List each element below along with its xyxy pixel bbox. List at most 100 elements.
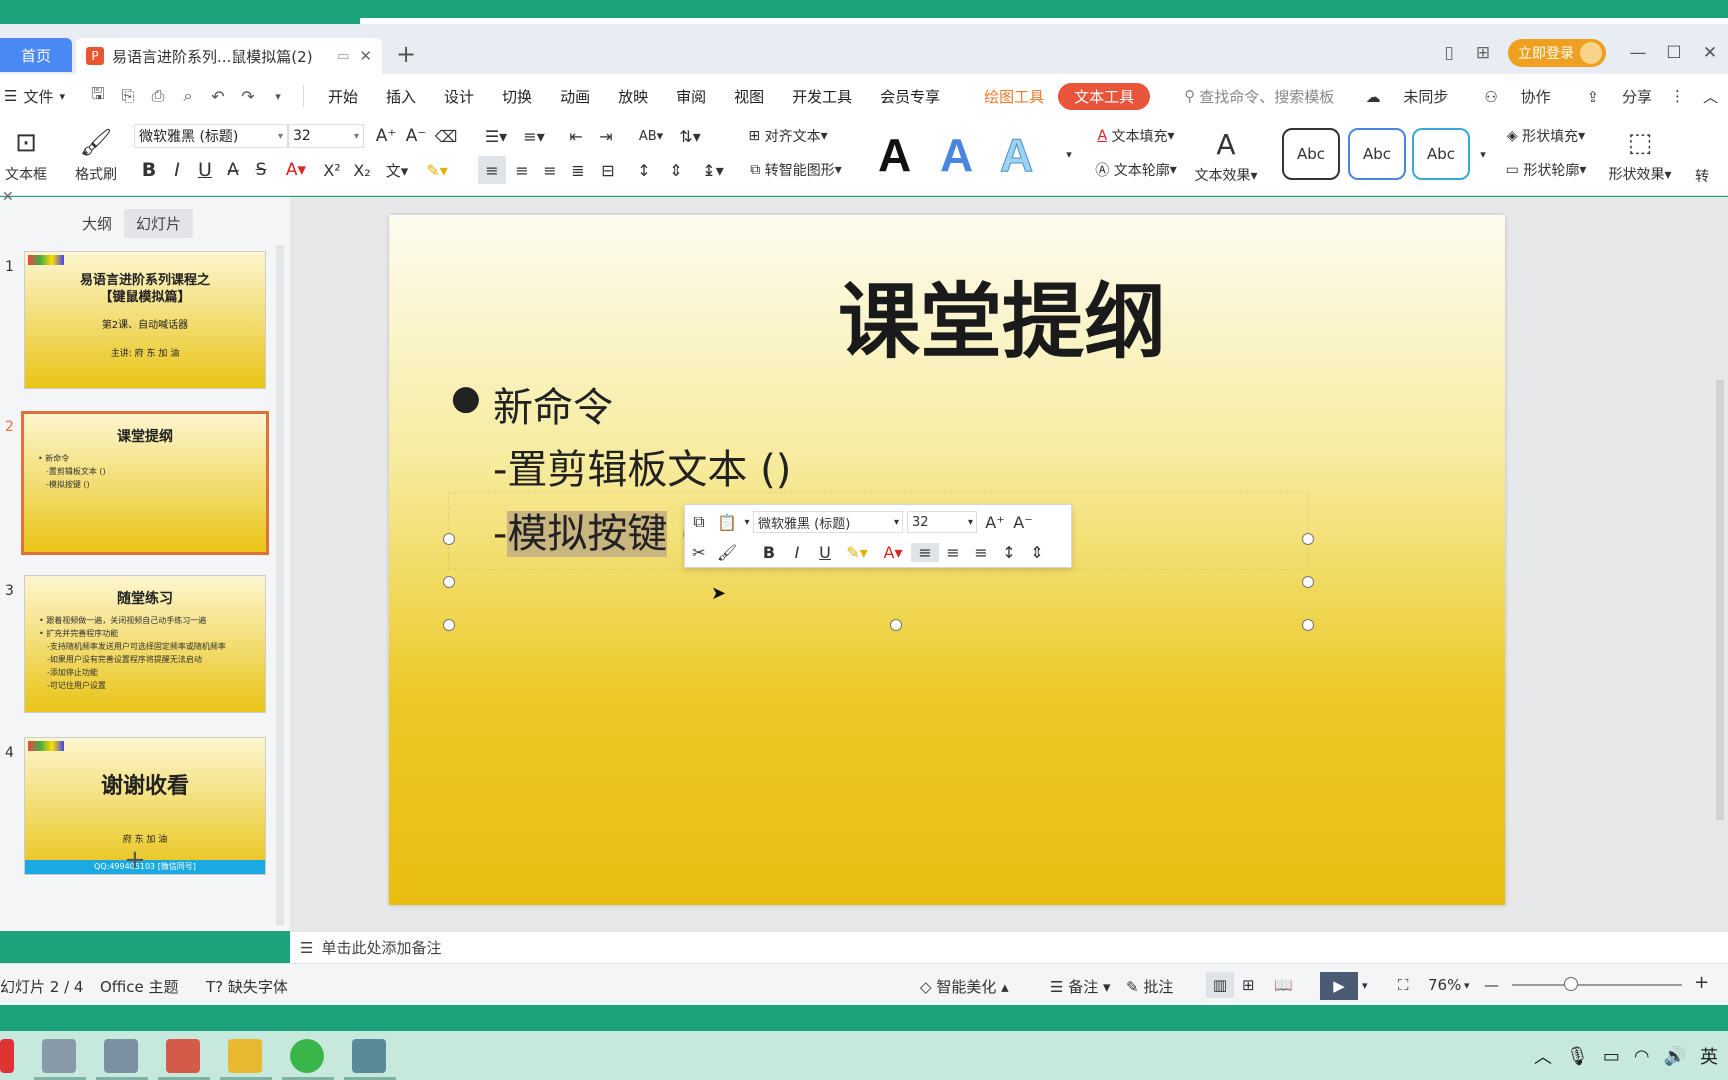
resize-handle[interactable]	[443, 576, 455, 588]
sorter-view-icon[interactable]: ⊞	[1242, 976, 1255, 994]
tab-outline[interactable]: 大纲	[70, 209, 124, 238]
app-taskbar-icon[interactable]	[166, 1039, 200, 1073]
collab-button[interactable]: ⚇ 协作	[1466, 86, 1550, 107]
line-spacing-icon[interactable]: ↕	[630, 156, 658, 184]
home-tab[interactable]: 首页	[0, 38, 72, 72]
align-right-icon[interactable]: ≡	[967, 543, 995, 562]
text-outline-button[interactable]: Ⓐ 文本轮廓 ▾	[1086, 156, 1186, 184]
paste-icon[interactable]: 📋	[713, 513, 741, 532]
paragraph-spacing-icon[interactable]: ⇕	[662, 156, 690, 184]
bold-icon[interactable]: B	[136, 156, 162, 184]
menu-developer[interactable]: 开发工具	[792, 86, 852, 107]
text-direction-icon[interactable]: AB▾	[634, 124, 668, 148]
redo-icon[interactable]: ↷	[233, 87, 263, 106]
zoom-level[interactable]: 76%	[1428, 976, 1461, 994]
resize-handle[interactable]	[1302, 576, 1314, 588]
customize-toolbar-icon[interactable]: ▾	[263, 90, 293, 103]
justify-icon[interactable]: ≣	[564, 156, 592, 184]
superscript-icon[interactable]: X²	[318, 156, 346, 184]
line-set-clipboard[interactable]: -置剪辑板文本 ()	[493, 437, 791, 495]
minimize-button[interactable]: —	[1620, 43, 1656, 63]
resize-handle[interactable]	[890, 619, 902, 631]
shape-style-1[interactable]: Abc	[1282, 128, 1340, 180]
resize-handle[interactable]	[443, 533, 455, 545]
bold-icon[interactable]: B	[755, 543, 783, 562]
align-text-button[interactable]: ⊞ 对齐文本 ▾	[738, 124, 838, 148]
panel-scrollbar[interactable]	[276, 245, 284, 925]
font-name-select[interactable]: 微软雅黑 (标题) ▾	[134, 124, 288, 148]
textbox-button[interactable]: ⊡ 文本框	[0, 122, 52, 190]
comment-button[interactable]: ✎ 批注	[1126, 976, 1173, 997]
collapse-panel-icon[interactable]: ✕	[2, 189, 14, 205]
resize-handle[interactable]	[1302, 619, 1314, 631]
align-right-icon[interactable]: ≡	[536, 156, 564, 184]
numbering-icon[interactable]: ≡▾	[516, 124, 552, 148]
zoom-out-icon[interactable]: —	[1484, 976, 1499, 994]
mini-font-size-select[interactable]: 32 ▾	[907, 511, 977, 533]
menu-design[interactable]: 设计	[444, 86, 474, 107]
phonetic-icon[interactable]: 文▾	[380, 156, 414, 184]
grid-apps-icon[interactable]: ⊞	[1466, 43, 1500, 63]
new-tab-button[interactable]: +	[396, 40, 416, 68]
notes-button[interactable]: ☰ 备注 ▾	[1050, 976, 1111, 997]
play-button[interactable]: ▶	[1320, 972, 1358, 1000]
font-color-icon[interactable]: A▾	[280, 156, 312, 184]
paragraph-spacing-icon[interactable]: ⇕	[1023, 543, 1051, 562]
undo-icon[interactable]: ↶	[203, 87, 233, 106]
align-center-icon[interactable]: ≡	[508, 156, 536, 184]
align-center-icon[interactable]: ≡	[939, 543, 967, 562]
paste-dropdown-icon[interactable]: ▾	[741, 517, 753, 528]
resize-handle[interactable]	[443, 619, 455, 631]
text-effect-button[interactable]: A 文本效果▾	[1188, 122, 1264, 190]
command-search[interactable]: ⚲ 查找命令、搜索模板	[1184, 86, 1334, 107]
close-window-button[interactable]: ✕	[1692, 43, 1728, 63]
shape-style-3[interactable]: Abc	[1412, 128, 1470, 180]
zoom-slider-thumb[interactable]	[1564, 977, 1578, 991]
shape-fill-button[interactable]: ◈ 形状填充 ▾	[1496, 124, 1596, 148]
shape-outline-button[interactable]: ▭ 形状轮廓 ▾	[1496, 156, 1596, 184]
document-tab[interactable]: P 易语言进阶系列...鼠模拟篇(2) ▭ ✕	[76, 38, 382, 74]
format-painter-icon[interactable]: 🖌	[713, 543, 741, 562]
missing-font-button[interactable]: T? 缺失字体	[206, 976, 288, 997]
smart-shape-button[interactable]: ⧉ 转智能图形 ▾	[738, 156, 854, 184]
spacing-dropdown-icon[interactable]: ↨▾	[696, 156, 730, 184]
tab-slides[interactable]: 幻灯片	[124, 209, 194, 238]
fit-window-icon[interactable]: ⛶	[1398, 976, 1409, 994]
cut-icon[interactable]: ✂	[685, 543, 713, 562]
reading-mode-icon[interactable]: ▯	[1432, 43, 1466, 63]
slide-thumbnail-1[interactable]: 易语言进阶系列课程之 【键鼠模拟篇】 第2课、自动喊话器 主讲: 府 东 加 油	[24, 251, 266, 389]
print-icon[interactable]: ⎙	[143, 86, 173, 106]
shape-style-more-icon[interactable]: ▾	[1476, 142, 1490, 166]
maximize-button[interactable]: ☐	[1656, 43, 1692, 63]
wechat-taskbar-icon[interactable]	[290, 1039, 324, 1073]
underline-icon[interactable]: U	[192, 156, 218, 184]
app-taskbar-icon[interactable]	[352, 1039, 386, 1073]
save-icon[interactable]: 🖫	[83, 83, 113, 110]
menu-animations[interactable]: 动画	[560, 86, 590, 107]
tray-expand-icon[interactable]: ︿	[1534, 1043, 1552, 1069]
bullet-new-command[interactable]: 新命令	[493, 375, 613, 433]
strikethrough-icon[interactable]: S	[248, 156, 274, 184]
distribute-icon[interactable]: ⊟	[594, 156, 622, 184]
reading-view-icon[interactable]: 📖	[1274, 976, 1293, 994]
zoom-slider[interactable]	[1512, 984, 1682, 986]
beautify-button[interactable]: ◇ 智能美化 ▴	[920, 976, 1009, 997]
normal-view-icon[interactable]: ▥	[1206, 972, 1234, 998]
text-style-outline[interactable]: A	[999, 128, 1033, 182]
menu-view[interactable]: 视图	[734, 86, 764, 107]
text-style-black[interactable]: A	[878, 128, 911, 182]
notes-bar[interactable]: ☰ 单击此处添加备注	[290, 931, 1728, 963]
text-style-more-icon[interactable]: ▾	[1062, 142, 1076, 166]
play-options-icon[interactable]: ▾	[1362, 979, 1368, 992]
menu-member[interactable]: 会员专享	[880, 86, 940, 107]
font-size-select[interactable]: 32 ▾	[288, 124, 364, 148]
collapse-ribbon-icon[interactable]: ︿	[1703, 86, 1718, 107]
microphone-icon[interactable]: 🎙	[1566, 1046, 1589, 1067]
zoom-dropdown-icon[interactable]: ▾	[1464, 979, 1470, 992]
battery-icon[interactable]: ▭	[1603, 1046, 1620, 1067]
theme-name[interactable]: Office 主题	[100, 976, 179, 997]
bullets-icon[interactable]: ☰▾	[478, 124, 514, 148]
slide-thumbnail-2[interactable]: 课堂提纲 • 新命令 -置剪辑板文本 () -模拟按键 ()	[21, 411, 269, 555]
menu-drawing-tools[interactable]: 绘图工具	[984, 86, 1044, 107]
menu-text-tools[interactable]: 文本工具	[1058, 82, 1151, 110]
